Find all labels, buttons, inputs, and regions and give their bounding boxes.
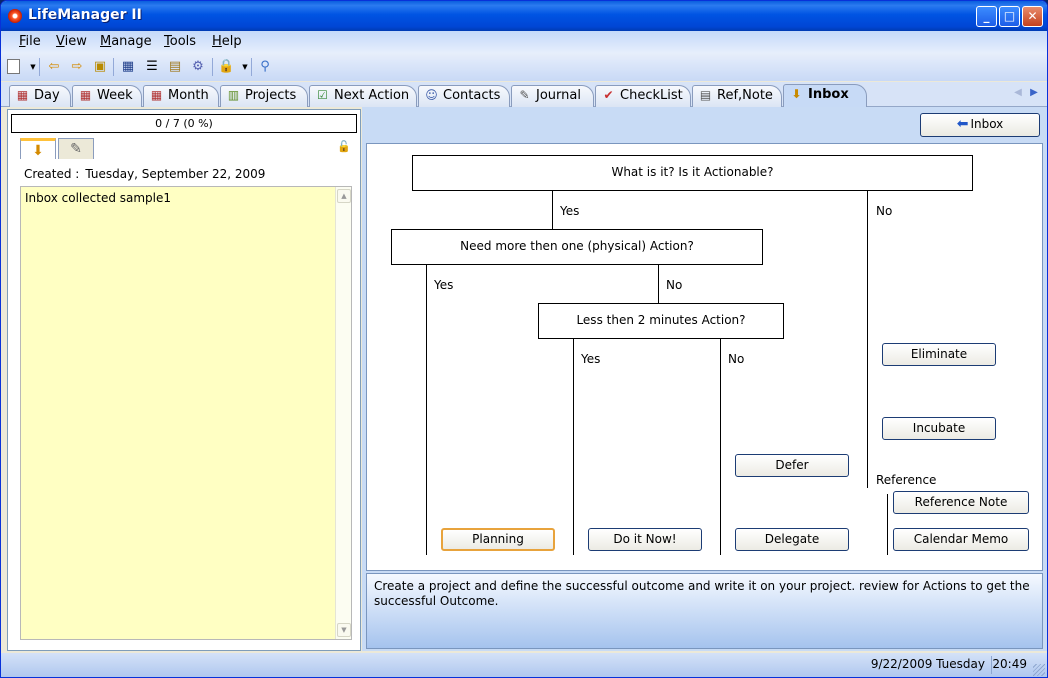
yes-label: Yes [560, 204, 580, 218]
new-document-icon[interactable] [7, 59, 20, 74]
note-text: Inbox collected sample1 [25, 191, 172, 205]
maximize-icon: □ [1003, 9, 1016, 23]
reference-note-button[interactable]: Reference Note [893, 491, 1029, 514]
import-icon[interactable]: ⇦ [46, 59, 62, 75]
paperclip-icon: ✎ [70, 141, 82, 157]
question-actionable: What is it? Is it Actionable? [412, 155, 973, 191]
arrow-left-icon: ⬅ [956, 116, 969, 132]
inbox-button[interactable]: ⬅ Inbox [920, 113, 1040, 137]
tree-icon[interactable]: ☰ [144, 59, 160, 75]
delegate-button[interactable]: Delegate [735, 528, 849, 551]
tab-bar: ▦ Day ▦ Week ▦ Month ▥ Projects ☑ Next Action… [1, 82, 1047, 108]
tab-scroll-left-icon[interactable]: ◀ [1011, 86, 1025, 100]
yes-label: Yes [581, 352, 601, 366]
tab-inbox[interactable]: ⬇ Inbox [783, 84, 867, 108]
subtab-attachment[interactable]: ✎ [58, 138, 94, 159]
checklist-icon: ✔ [603, 88, 614, 102]
tab-day[interactable]: ▦ Day [9, 85, 71, 107]
close-icon: ✕ [1027, 9, 1038, 23]
lock-icon[interactable]: 🔒 [218, 59, 234, 75]
no-label: No [728, 352, 745, 366]
tab-month[interactable]: ▦ Month [143, 85, 219, 107]
calendar-memo-button[interactable]: Calendar Memo [893, 528, 1029, 551]
tab-next-action[interactable]: ☑ Next Action [309, 85, 417, 107]
calendar-month-icon: ▦ [150, 88, 163, 102]
inbox-tray-icon: ⬇ [32, 143, 44, 159]
created-value: Tuesday, September 22, 2009 [85, 167, 266, 181]
yes-label: Yes [434, 278, 454, 292]
inbox-item-panel: 0 / 7 (0 %) ⬇ ✎ 🔓 Created : Tuesday, Sept… [7, 109, 361, 651]
workflow-panel: ⬅ Inbox What is it? Is it Actionable? Yes… [362, 107, 1047, 651]
gtd-flowchart: What is it? Is it Actionable? Yes No Nee… [366, 143, 1043, 571]
contacts-icon: ☺ [425, 88, 438, 102]
app-icon[interactable] [8, 9, 22, 23]
status-bar: 9/22/2009 Tuesday 20:49 [1, 653, 1047, 677]
tab-scroll-right-icon[interactable]: ▶ [1027, 86, 1041, 100]
calendar-day-icon: ▦ [16, 88, 29, 102]
defer-button[interactable]: Defer [735, 454, 849, 477]
tab-journal[interactable]: ✎ Journal [511, 85, 594, 107]
app-window: LifeManager II _ □ ✕ File View Manage To… [0, 0, 1048, 678]
title-bar[interactable]: LifeManager II _ □ ✕ [1, 1, 1047, 31]
maximize-button[interactable]: □ [999, 6, 1020, 27]
created-date: Created : Tuesday, September 22, 2009 [24, 167, 265, 181]
question-two-minutes: Less then 2 minutes Action? [538, 303, 784, 339]
tab-checklist[interactable]: ✔ CheckList [595, 85, 691, 107]
note-textarea[interactable]: Inbox collected sample1 ▲ ▼ [20, 186, 352, 640]
scroll-up-icon[interactable]: ▲ [337, 189, 351, 203]
progress-indicator: 0 / 7 (0 %) [11, 114, 357, 133]
reference-label: Reference [876, 473, 937, 487]
do-it-now-button[interactable]: Do it Now! [588, 528, 702, 551]
tab-contacts[interactable]: ☺ Contacts [418, 85, 510, 107]
projects-icon: ▥ [227, 88, 240, 102]
status-date: 9/22/2009 Tuesday [870, 657, 985, 671]
eliminate-button[interactable]: Eliminate [882, 343, 996, 366]
archive-icon[interactable]: ▣ [92, 59, 108, 75]
menu-bar: File View Manage Tools Help [1, 31, 1047, 53]
tab-week[interactable]: ▦ Week [72, 85, 142, 107]
toolbar: ▼ ⇦ ⇨ ▣ ▦ ☰ ▤ ⚙ 🔒 ▼ ⚲ [1, 53, 1047, 81]
planning-button[interactable]: Planning [441, 528, 555, 551]
description-panel: Create a project and define the successf… [366, 573, 1043, 649]
menu-help[interactable]: Help [212, 34, 242, 49]
export-icon[interactable]: ⇨ [69, 59, 85, 75]
ref-note-icon: ▤ [699, 88, 712, 102]
question-multiple-actions: Need more then one (physical) Action? [391, 229, 763, 265]
journal-icon: ✎ [519, 88, 530, 102]
menu-manage[interactable]: Manage [100, 34, 152, 49]
search-icon[interactable]: ⚲ [257, 59, 273, 75]
settings-icon[interactable]: ⚙ [190, 59, 206, 75]
close-button[interactable]: ✕ [1022, 6, 1043, 27]
tab-ref-note[interactable]: ▤ Ref,Note [692, 85, 782, 107]
window-title: LifeManager II [28, 7, 142, 23]
minimize-icon: _ [983, 9, 990, 23]
created-label: Created : [24, 167, 80, 181]
unlock-icon[interactable]: 🔓 [337, 140, 351, 154]
menu-file[interactable]: File [19, 34, 41, 49]
minimize-button[interactable]: _ [976, 6, 997, 27]
status-time: 20:49 [992, 657, 1027, 671]
inbox-icon: ⬇ [791, 87, 802, 101]
menu-view[interactable]: View [56, 34, 87, 49]
menu-tools[interactable]: Tools [164, 34, 196, 49]
resize-grip-icon[interactable] [1033, 664, 1045, 676]
scroll-down-icon[interactable]: ▼ [337, 623, 351, 637]
database-icon[interactable]: ▤ [167, 59, 183, 75]
subtab-inbox[interactable]: ⬇ [20, 138, 56, 159]
incubate-button[interactable]: Incubate [882, 417, 996, 440]
calendar-week-icon: ▦ [79, 88, 92, 102]
note-scrollbar[interactable]: ▲ ▼ [335, 187, 351, 639]
grid-icon[interactable]: ▦ [120, 59, 136, 75]
tab-projects[interactable]: ▥ Projects [220, 85, 308, 107]
no-label: No [666, 278, 683, 292]
next-action-icon: ☑ [317, 88, 328, 102]
no-label: No [876, 204, 893, 218]
